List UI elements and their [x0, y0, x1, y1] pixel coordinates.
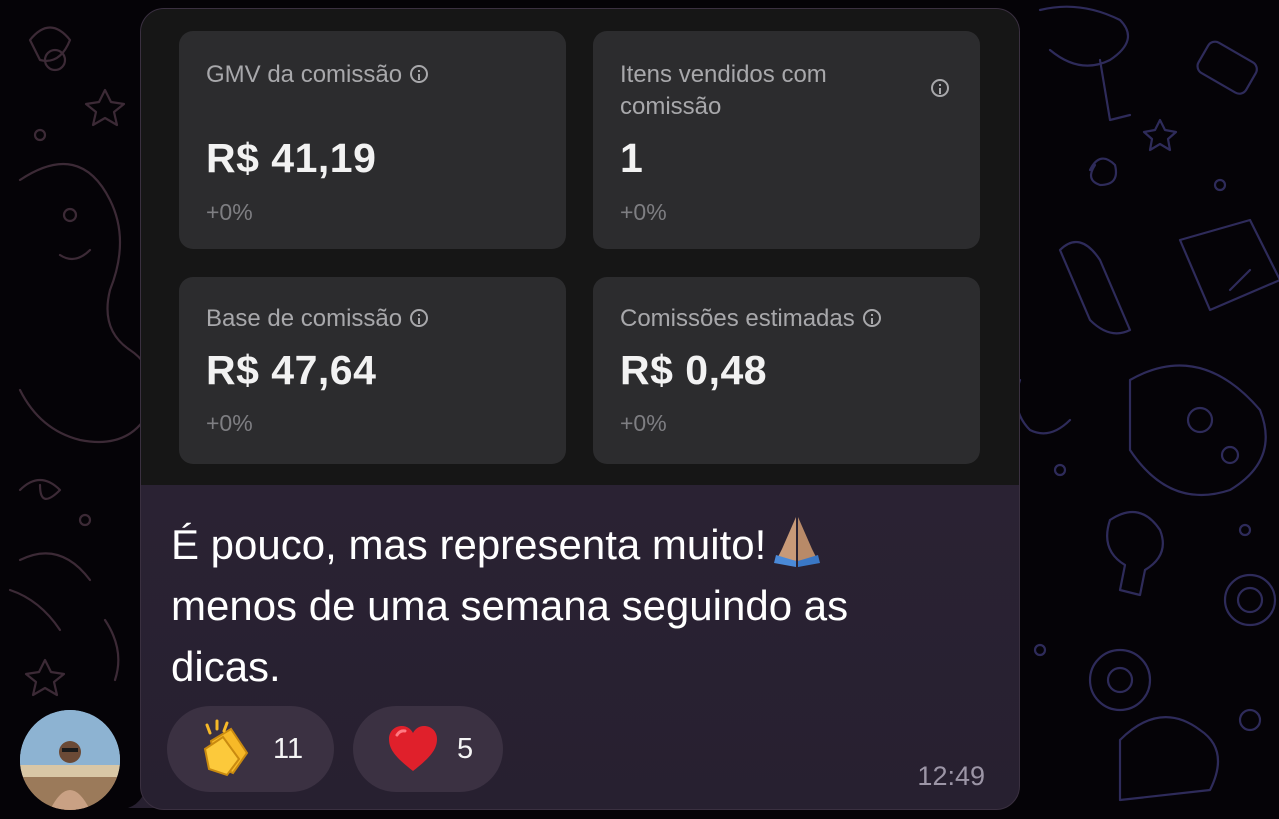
reaction-clap[interactable]: 11 [167, 706, 334, 792]
metric-value: R$ 0,48 [620, 347, 768, 393]
message-text: É pouco, mas representa muito! menos de … [171, 511, 971, 697]
info-icon[interactable] [410, 309, 429, 327]
info-icon[interactable] [410, 65, 429, 83]
metric-label: GMV da comissão [206, 59, 429, 91]
metric-value: R$ 47,64 [206, 347, 377, 393]
metric-delta: +0% [206, 410, 253, 436]
metric-delta: +0% [620, 410, 667, 436]
metric-card-gmv: GMV da comissão R$ 41,19 +0% [179, 31, 566, 249]
metric-label: Itens vendidos com comissão [620, 61, 827, 120]
attached-screenshot[interactable]: GMV da comissão R$ 41,19 +0% Itens vendi… [141, 9, 1019, 485]
metric-card-estimated-commissions: Comissões estimadas R$ 0,48 +0% [593, 277, 980, 464]
sender-avatar[interactable] [20, 710, 120, 810]
metric-value: 1 [620, 135, 644, 181]
metric-value: R$ 41,19 [206, 135, 377, 181]
metric-card-items-sold: Itens vendidos com comissão 1 +0% [593, 31, 980, 249]
message-bubble[interactable]: GMV da comissão R$ 41,19 +0% Itens vendi… [140, 8, 1020, 810]
avatar-photo [20, 710, 120, 810]
info-icon[interactable] [862, 309, 881, 327]
info-icon[interactable] [931, 79, 949, 97]
metric-label: Comissões estimadas [620, 303, 881, 335]
metric-label: Base de comissão [206, 303, 429, 335]
message-timestamp: 12:49 [917, 761, 985, 791]
metric-delta: +0% [620, 199, 667, 225]
reaction-count: 11 [273, 732, 304, 765]
reaction-count: 5 [457, 732, 474, 765]
clapping-hands-icon [203, 719, 249, 777]
folded-hands-icon [774, 517, 821, 567]
reaction-heart[interactable]: 5 [353, 706, 503, 792]
metric-card-commission-base: Base de comissão R$ 47,64 +0% [179, 277, 566, 464]
heart-icon [389, 726, 437, 771]
metric-delta: +0% [206, 199, 253, 225]
